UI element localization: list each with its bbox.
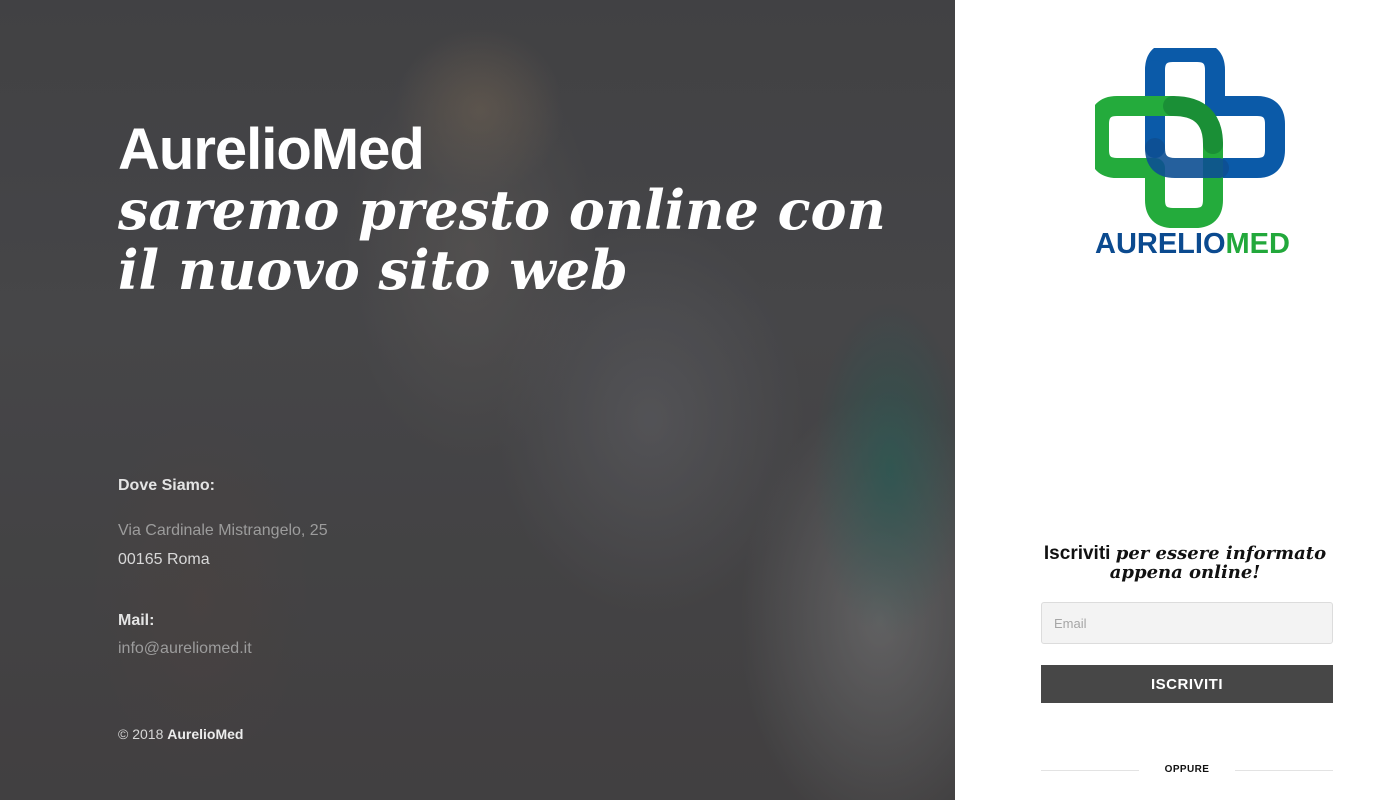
email-input[interactable] bbox=[1041, 602, 1333, 644]
divider-line-right bbox=[1235, 770, 1333, 771]
divider-line-left bbox=[1041, 770, 1139, 771]
mail-link[interactable]: info@aureliomed.it bbox=[118, 640, 252, 658]
hero-tagline: saremo presto online con il nuovo sito w… bbox=[118, 178, 886, 302]
location-label: Dove Siamo: bbox=[118, 477, 215, 494]
subscribe-panel: AURELIOMED Iscriviti per essere informat… bbox=[955, 0, 1400, 800]
address-line-2: 00165 Roma bbox=[118, 551, 210, 568]
hero-panel: AurelioMed saremo presto online con il n… bbox=[0, 0, 955, 800]
subscribe-heading-strong: Iscriviti bbox=[1043, 543, 1111, 564]
copyright: © 2018 AurelioMed bbox=[118, 726, 243, 742]
address-line-1: Via Cardinale Mistrangelo, 25 bbox=[118, 522, 328, 539]
copyright-brand: AurelioMed bbox=[167, 726, 244, 742]
logo-wordmark-part2: MED bbox=[1225, 228, 1290, 260]
logo-wordmark: AURELIOMED bbox=[1095, 228, 1290, 261]
brand-logo: AURELIOMED bbox=[1089, 42, 1290, 268]
subscribe-heading-em: per essere informato appena online! bbox=[1109, 543, 1327, 583]
hero-brand-title: AurelioMed bbox=[118, 117, 425, 182]
divider-label: OPPURE bbox=[1164, 764, 1210, 775]
subscribe-button[interactable]: ISCRIVITI bbox=[1041, 665, 1333, 703]
subscribe-heading: Iscriviti per essere informato appena on… bbox=[1015, 544, 1355, 582]
copyright-year: © 2018 bbox=[118, 726, 164, 742]
logo-wordmark-part1: AURELIO bbox=[1095, 228, 1226, 260]
mail-label: Mail: bbox=[118, 612, 155, 629]
medical-cross-logo-icon bbox=[1089, 42, 1285, 228]
